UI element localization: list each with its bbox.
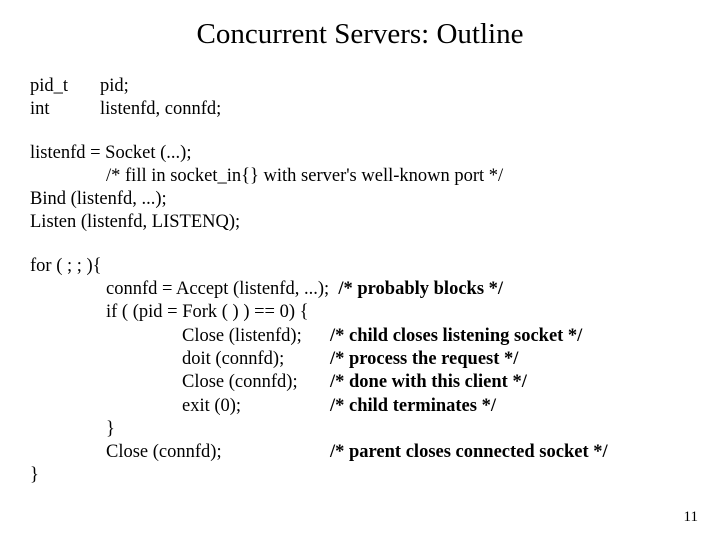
code-line: listenfd = Socket (...); <box>30 142 690 165</box>
code-line: /* fill in socket_in{} with server's wel… <box>30 165 690 188</box>
code-comment: /* child closes listening socket */ <box>330 326 582 346</box>
decl-type-1: pid_t <box>30 75 100 98</box>
page-number: 11 <box>684 509 698 526</box>
code-text: connfd = Accept (listenfd, ...); <box>106 279 338 299</box>
code-line: Listen (listenfd, LISTENQ); <box>30 211 690 234</box>
code-line: Bind (listenfd, ...); <box>30 188 690 211</box>
setup-block: listenfd = Socket (...); /* fill in sock… <box>30 142 690 235</box>
decl-var-1: pid; <box>100 75 221 98</box>
code-text: exit (0); <box>182 395 330 418</box>
code-line: if ( (pid = Fork ( ) ) == 0) { <box>30 301 690 324</box>
code-line: } <box>30 418 690 441</box>
code-line: exit (0);/* child terminates */ <box>30 395 690 418</box>
code-text: doit (connfd); <box>182 348 330 371</box>
decl-type-2: int <box>30 98 100 121</box>
decl-var-2: listenfd, connfd; <box>100 98 221 121</box>
loop-block: for ( ; ; ){ connfd = Accept (listenfd, … <box>30 255 690 488</box>
code-comment: /* process the request */ <box>330 349 518 369</box>
declarations: pid_t pid; int listenfd, connfd; <box>30 75 221 122</box>
code-line: for ( ; ; ){ <box>30 255 690 278</box>
code-text: Close (connfd); <box>106 441 330 464</box>
code-line: Close (connfd);/* parent closes connecte… <box>30 441 690 464</box>
code-comment: /* parent closes connected socket */ <box>330 442 608 462</box>
code-line: connfd = Accept (listenfd, ...); /* prob… <box>30 278 690 301</box>
code-comment: /* probably blocks */ <box>338 279 503 299</box>
slide-content: Concurrent Servers: Outline pid_t pid; i… <box>0 0 720 488</box>
code-line: Close (listenfd);/* child closes listeni… <box>30 325 690 348</box>
code-line: Close (connfd);/* done with this client … <box>30 371 690 394</box>
code-comment: /* done with this client */ <box>330 372 527 392</box>
code-line: doit (connfd);/* process the request */ <box>30 348 690 371</box>
code-line: } <box>30 464 690 487</box>
slide-title: Concurrent Servers: Outline <box>30 18 690 51</box>
code-text: Close (listenfd); <box>182 325 330 348</box>
code-text: Close (connfd); <box>182 371 330 394</box>
code-comment: /* child terminates */ <box>330 396 496 416</box>
